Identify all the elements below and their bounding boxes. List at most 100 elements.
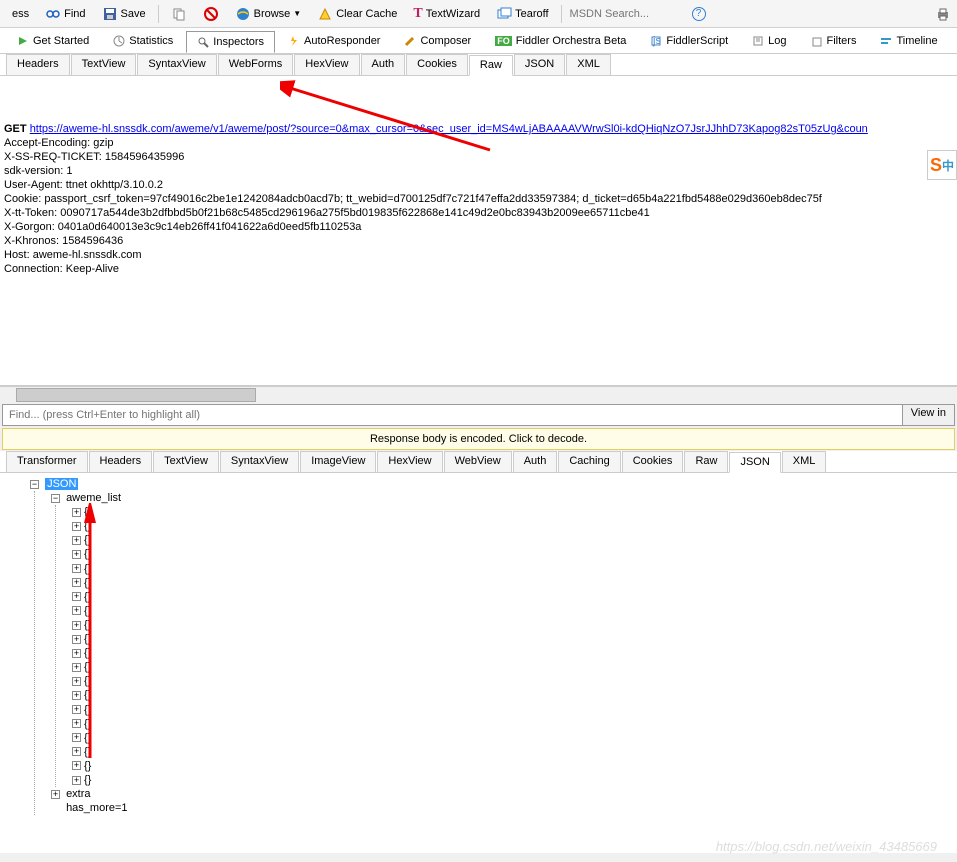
tearoff-button[interactable]: Tearoff	[490, 3, 554, 25]
tree-list-item[interactable]: +{}	[72, 632, 953, 646]
resp-tab-raw[interactable]: Raw	[684, 451, 728, 472]
expand-icon[interactable]: +	[72, 550, 81, 559]
collapse-icon[interactable]: −	[51, 494, 60, 503]
tree-list-item[interactable]: +{}	[72, 703, 953, 717]
tree-list-item[interactable]: +{}	[72, 618, 953, 632]
tree-extra-node[interactable]: + extra	[51, 787, 953, 801]
copy-button[interactable]	[165, 3, 193, 25]
expand-icon[interactable]: +	[72, 691, 81, 700]
expand-icon[interactable]: +	[72, 592, 81, 601]
resp-tab-json[interactable]: JSON	[729, 452, 780, 473]
find-button[interactable]: Find	[39, 3, 91, 25]
clear-cache-button[interactable]: Clear Cache	[311, 3, 403, 25]
tree-list-item[interactable]: +{}	[72, 759, 953, 773]
tab-fiddlerscript[interactable]: js FiddlerScript	[639, 30, 739, 52]
find-input[interactable]	[3, 405, 902, 425]
horizontal-scrollbar[interactable]	[0, 386, 957, 402]
expand-icon[interactable]: +	[72, 578, 81, 587]
expand-icon[interactable]: +	[72, 649, 81, 658]
expand-icon[interactable]: +	[72, 522, 81, 531]
tree-list-item[interactable]: +{}	[72, 731, 953, 745]
ess-button[interactable]: ess	[6, 5, 35, 23]
tree-list-item[interactable]: +{}	[72, 519, 953, 533]
tab-get-started[interactable]: Get Started	[6, 30, 100, 52]
resp-tab-xml[interactable]: XML	[782, 451, 827, 472]
resp-tab-hexview[interactable]: HexView	[377, 451, 442, 472]
resp-tab-headers[interactable]: Headers	[89, 451, 153, 472]
expand-icon[interactable]: +	[72, 663, 81, 672]
tree-aweme-list-node[interactable]: − aweme_list	[51, 491, 953, 505]
resp-tab-cookies[interactable]: Cookies	[622, 451, 684, 472]
browse-button[interactable]: Browse ▼	[229, 3, 308, 25]
req-tab-textview[interactable]: TextView	[71, 54, 137, 75]
req-tab-headers[interactable]: Headers	[6, 54, 70, 75]
tab-inspectors[interactable]: Inspectors	[186, 31, 275, 53]
expand-icon[interactable]: +	[72, 705, 81, 714]
msdn-search-input[interactable]	[568, 6, 688, 22]
expand-icon[interactable]: +	[72, 606, 81, 615]
tree-list-item[interactable]: +{}	[72, 547, 953, 561]
expand-icon[interactable]: +	[72, 621, 81, 630]
expand-icon[interactable]: +	[72, 564, 81, 573]
tree-list-item[interactable]: +{}	[72, 660, 953, 674]
expand-icon[interactable]: +	[51, 790, 60, 799]
expand-icon[interactable]: +	[72, 747, 81, 756]
tree-list-item[interactable]: +{}	[72, 674, 953, 688]
req-tab-cookies[interactable]: Cookies	[406, 54, 468, 75]
req-tab-raw[interactable]: Raw	[469, 55, 513, 76]
resp-tab-auth[interactable]: Auth	[513, 451, 558, 472]
tab-composer[interactable]: Composer	[393, 30, 482, 52]
tab-log[interactable]: Log	[741, 30, 797, 52]
req-tab-hexview[interactable]: HexView	[294, 54, 359, 75]
tree-list-item[interactable]: +{}	[72, 590, 953, 604]
expand-icon[interactable]: +	[72, 733, 81, 742]
collapse-icon[interactable]: −	[30, 480, 39, 489]
resp-tab-textview[interactable]: TextView	[153, 451, 219, 472]
req-tab-xml[interactable]: XML	[566, 54, 611, 75]
request-url-link[interactable]: https://aweme-hl.snssdk.com/aweme/v1/awe…	[30, 123, 868, 135]
tree-list-item[interactable]: +{}	[72, 717, 953, 731]
resp-tab-transformer[interactable]: Transformer	[6, 451, 88, 472]
tree-list-item[interactable]: +{}	[72, 773, 953, 787]
textwizard-button[interactable]: T TextWizard	[407, 3, 486, 25]
expand-icon[interactable]: +	[72, 536, 81, 545]
resp-tab-webview[interactable]: WebView	[444, 451, 512, 472]
tree-list-item[interactable]: +{}	[72, 576, 953, 590]
printer-icon[interactable]	[935, 6, 951, 22]
expand-icon[interactable]: +	[72, 677, 81, 686]
scroll-thumb[interactable]	[16, 388, 256, 402]
block-button[interactable]	[197, 3, 225, 25]
resp-tab-caching[interactable]: Caching	[558, 451, 620, 472]
tab-filters[interactable]: Filters	[800, 30, 868, 52]
tree-list-item[interactable]: +{}	[72, 646, 953, 660]
tab-timeline[interactable]: Timeline	[869, 30, 948, 52]
expand-icon[interactable]: +	[72, 508, 81, 517]
tree-root-node[interactable]: − JSON	[30, 477, 953, 491]
help-icon[interactable]: ?	[692, 7, 706, 21]
raw-request-pane[interactable]: GET https://aweme-hl.snssdk.com/aweme/v1…	[0, 76, 957, 386]
tree-list-item[interactable]: +{}	[72, 688, 953, 702]
tab-autoresponder[interactable]: AutoResponder	[277, 30, 391, 52]
tree-list-item[interactable]: +{}	[72, 505, 953, 519]
expand-icon[interactable]: +	[72, 635, 81, 644]
tree-root-label[interactable]: JSON	[45, 478, 78, 490]
req-tab-json[interactable]: JSON	[514, 54, 565, 75]
tree-list-item[interactable]: +{}	[72, 533, 953, 547]
expand-icon[interactable]: +	[72, 761, 81, 770]
save-button[interactable]: Save	[96, 3, 152, 25]
req-tab-auth[interactable]: Auth	[361, 54, 406, 75]
tab-statistics[interactable]: Statistics	[102, 30, 184, 52]
decode-response-bar[interactable]: Response body is encoded. Click to decod…	[2, 428, 955, 450]
tree-has-more-node[interactable]: has_more=1	[51, 801, 953, 815]
req-tab-syntaxview[interactable]: SyntaxView	[137, 54, 216, 75]
tree-list-item[interactable]: +{}	[72, 562, 953, 576]
tree-list-item[interactable]: +{}	[72, 745, 953, 759]
resp-tab-imageview[interactable]: ImageView	[300, 451, 376, 472]
view-in-button[interactable]: View in	[902, 405, 954, 425]
tree-list-item[interactable]: +{}	[72, 604, 953, 618]
resp-tab-syntaxview[interactable]: SyntaxView	[220, 451, 299, 472]
tab-fiddler-orchestra[interactable]: FO Fiddler Orchestra Beta	[484, 30, 637, 52]
json-tree-pane[interactable]: − JSON − aweme_list +{}+{}+{}+{}+{}+{}+{…	[0, 473, 957, 853]
expand-icon[interactable]: +	[72, 776, 81, 785]
expand-icon[interactable]: +	[72, 719, 81, 728]
